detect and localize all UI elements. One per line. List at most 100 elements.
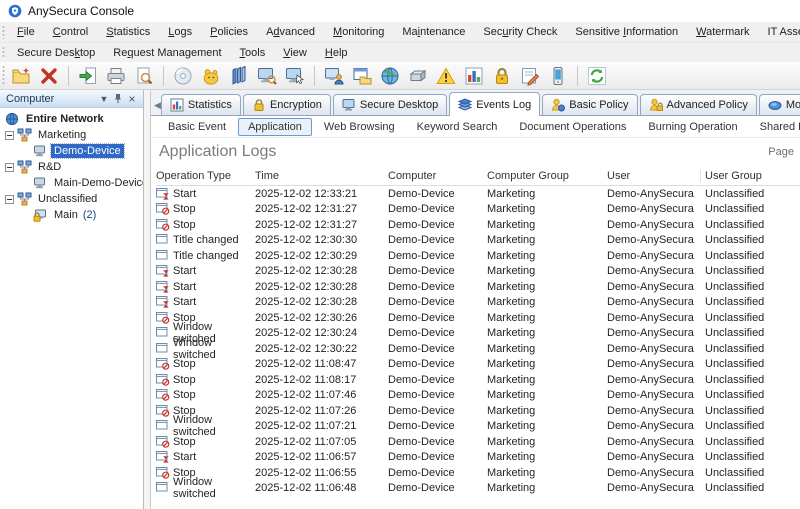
toolbar-grip[interactable] <box>2 65 5 86</box>
warning-icon[interactable] <box>433 64 459 88</box>
column-header-time[interactable]: Time <box>255 170 388 182</box>
tree-item-main-demo-device[interactable]: Main-Demo-Device <box>33 175 143 191</box>
tree-label[interactable]: Marketing <box>35 128 89 142</box>
toolbar-grip[interactable] <box>2 46 5 59</box>
tab-label: Statistics <box>187 99 232 111</box>
tree-collapse-icon[interactable] <box>5 162 14 172</box>
tree-label[interactable]: Unclassified <box>35 192 100 206</box>
table-row[interactable]: Title changed 2025-12-02 12:30:29 Demo-D… <box>156 248 800 264</box>
tab-statistics[interactable]: Statistics <box>160 94 241 115</box>
panel-splitter[interactable] <box>144 90 151 509</box>
menu-item[interactable]: Statistics <box>97 24 159 40</box>
table-row[interactable]: Stop 2025-12-02 11:07:46 Demo-Device Mar… <box>156 388 800 404</box>
remote-desktop-icon[interactable] <box>282 64 308 88</box>
tab-advanced-policy[interactable]: Advanced Policy <box>639 94 757 115</box>
table-row[interactable]: Window switched 2025-12-02 12:30:22 Demo… <box>156 337 800 361</box>
table-row[interactable]: Stop 2025-12-02 11:07:05 Demo-Device Mar… <box>156 434 800 450</box>
subtab[interactable]: Keyword Search <box>407 118 508 136</box>
menu-item[interactable]: Advanced <box>257 24 324 40</box>
mobile-device-icon[interactable] <box>545 64 571 88</box>
table-row[interactable]: Title changed 2025-12-02 12:30:30 Demo-D… <box>156 233 800 249</box>
window-folder-icon[interactable] <box>349 64 375 88</box>
menu-item[interactable]: Tools <box>231 45 275 61</box>
table-row[interactable]: Start 2025-12-02 11:06:57 Demo-Device Ma… <box>156 450 800 466</box>
table-row[interactable]: Start 2025-12-02 12:33:21 Demo-Device Ma… <box>156 186 800 202</box>
new-folder-icon[interactable] <box>8 64 34 88</box>
menu-item[interactable]: Help <box>316 45 357 61</box>
table-row[interactable]: Stop 2025-12-02 12:31:27 Demo-Device Mar… <box>156 202 800 218</box>
menu-item[interactable]: Policies <box>201 24 257 40</box>
tree-label[interactable]: Demo-Device <box>50 143 125 159</box>
column-header-operation-type[interactable]: Operation Type <box>156 170 255 182</box>
menu-item[interactable]: Request Management <box>104 45 230 61</box>
column-header-computer-group[interactable]: Computer Group <box>487 170 607 182</box>
panel-dropdown-icon[interactable]: ▼ <box>97 92 111 106</box>
panel-pin-icon[interactable] <box>111 92 125 106</box>
chart-report-icon[interactable] <box>461 64 487 88</box>
lock-icon[interactable] <box>489 64 515 88</box>
delete-icon[interactable] <box>36 64 62 88</box>
menu-item[interactable]: IT Asset Management <box>759 24 800 40</box>
menu-item[interactable]: File <box>8 24 44 40</box>
tree-item-demo-device[interactable]: Demo-Device <box>33 143 141 159</box>
menu-item[interactable]: Sensitive Information <box>566 24 687 40</box>
network-globe-icon[interactable] <box>377 64 403 88</box>
tree-item-unclassified[interactable]: Unclassified <box>5 191 141 207</box>
subtab[interactable]: Web Browsing <box>314 118 405 136</box>
menu-item[interactable]: Control <box>44 24 97 40</box>
table-row[interactable]: Start 2025-12-02 12:30:28 Demo-Device Ma… <box>156 279 800 295</box>
column-header-computer[interactable]: Computer <box>388 170 487 182</box>
menu-item[interactable]: Secure Desktop <box>8 45 104 61</box>
subtab[interactable]: Document Operations <box>509 118 636 136</box>
export-icon[interactable] <box>75 64 101 88</box>
refresh-icon[interactable] <box>584 64 610 88</box>
tree-label[interactable]: Main-Demo-Device <box>51 176 143 190</box>
tab-secure-desktop[interactable]: Secure Desktop <box>332 94 448 115</box>
table-row[interactable]: Start 2025-12-02 12:30:28 Demo-Device Ma… <box>156 264 800 280</box>
panel-close-icon[interactable]: × <box>125 92 139 106</box>
table-row[interactable]: Stop 2025-12-02 11:08:47 Demo-Device Mar… <box>156 357 800 373</box>
menu-item[interactable]: Monitoring <box>324 24 393 40</box>
menu-item[interactable]: Watermark <box>687 24 758 40</box>
tree-collapse-icon[interactable] <box>5 194 14 204</box>
tab-scroll-left-icon[interactable]: ◀ <box>154 95 161 115</box>
menu-item[interactable]: Logs <box>159 24 201 40</box>
table-row[interactable]: Window switched 2025-12-02 11:06:48 Demo… <box>156 476 800 500</box>
column-header-user-group[interactable]: User Group <box>700 169 800 182</box>
assistant-icon[interactable] <box>198 64 224 88</box>
note-edit-icon[interactable] <box>517 64 543 88</box>
menu-item[interactable]: Security Check <box>474 24 566 40</box>
monitor-search-icon[interactable] <box>254 64 280 88</box>
disc-icon[interactable] <box>170 64 196 88</box>
print-icon[interactable] <box>103 64 129 88</box>
tree-item-marketing[interactable]: Marketing <box>5 127 141 143</box>
tree-item-main[interactable]: Main (2) <box>33 207 141 223</box>
computer-user-icon[interactable] <box>321 64 347 88</box>
tree-item-rnd[interactable]: R&D <box>5 159 141 175</box>
tab-basic-policy[interactable]: Basic Policy <box>542 94 638 115</box>
tree-label[interactable]: Main <box>51 208 81 222</box>
menu-item[interactable]: Maintenance <box>393 24 474 40</box>
server-icon[interactable] <box>405 64 431 88</box>
table-row[interactable]: Stop 2025-12-02 12:31:27 Demo-Device Mar… <box>156 217 800 233</box>
subtab[interactable]: Burning Operation <box>638 118 747 136</box>
user-cell: Demo-AnySecura <box>607 187 694 200</box>
tree-collapse-icon[interactable] <box>5 130 14 140</box>
tab-monitoring[interactable]: Monitoring <box>758 94 800 115</box>
table-row[interactable]: Window switched 2025-12-02 11:07:21 Demo… <box>156 414 800 438</box>
table-row[interactable]: Start 2025-12-02 12:30:28 Demo-Device Ma… <box>156 295 800 311</box>
toolbar-grip[interactable] <box>2 25 5 39</box>
tree-label[interactable]: Entire Network <box>23 112 107 126</box>
tree-label[interactable]: R&D <box>35 160 64 174</box>
tree-item-entire-network[interactable]: Entire Network <box>5 111 141 127</box>
menu-item[interactable]: View <box>274 45 316 61</box>
subtab[interactable]: Application <box>238 117 312 136</box>
preview-icon[interactable] <box>131 64 157 88</box>
library-icon[interactable] <box>226 64 252 88</box>
subtab[interactable]: Basic Event <box>158 118 236 136</box>
table-row[interactable]: Stop 2025-12-02 11:08:17 Demo-Device Mar… <box>156 372 800 388</box>
tab-events-log[interactable]: Events Log <box>449 92 541 116</box>
subtab[interactable]: Shared Document <box>750 118 800 136</box>
tab-encryption[interactable]: Encryption <box>242 94 331 115</box>
column-header-user[interactable]: User <box>607 170 705 182</box>
